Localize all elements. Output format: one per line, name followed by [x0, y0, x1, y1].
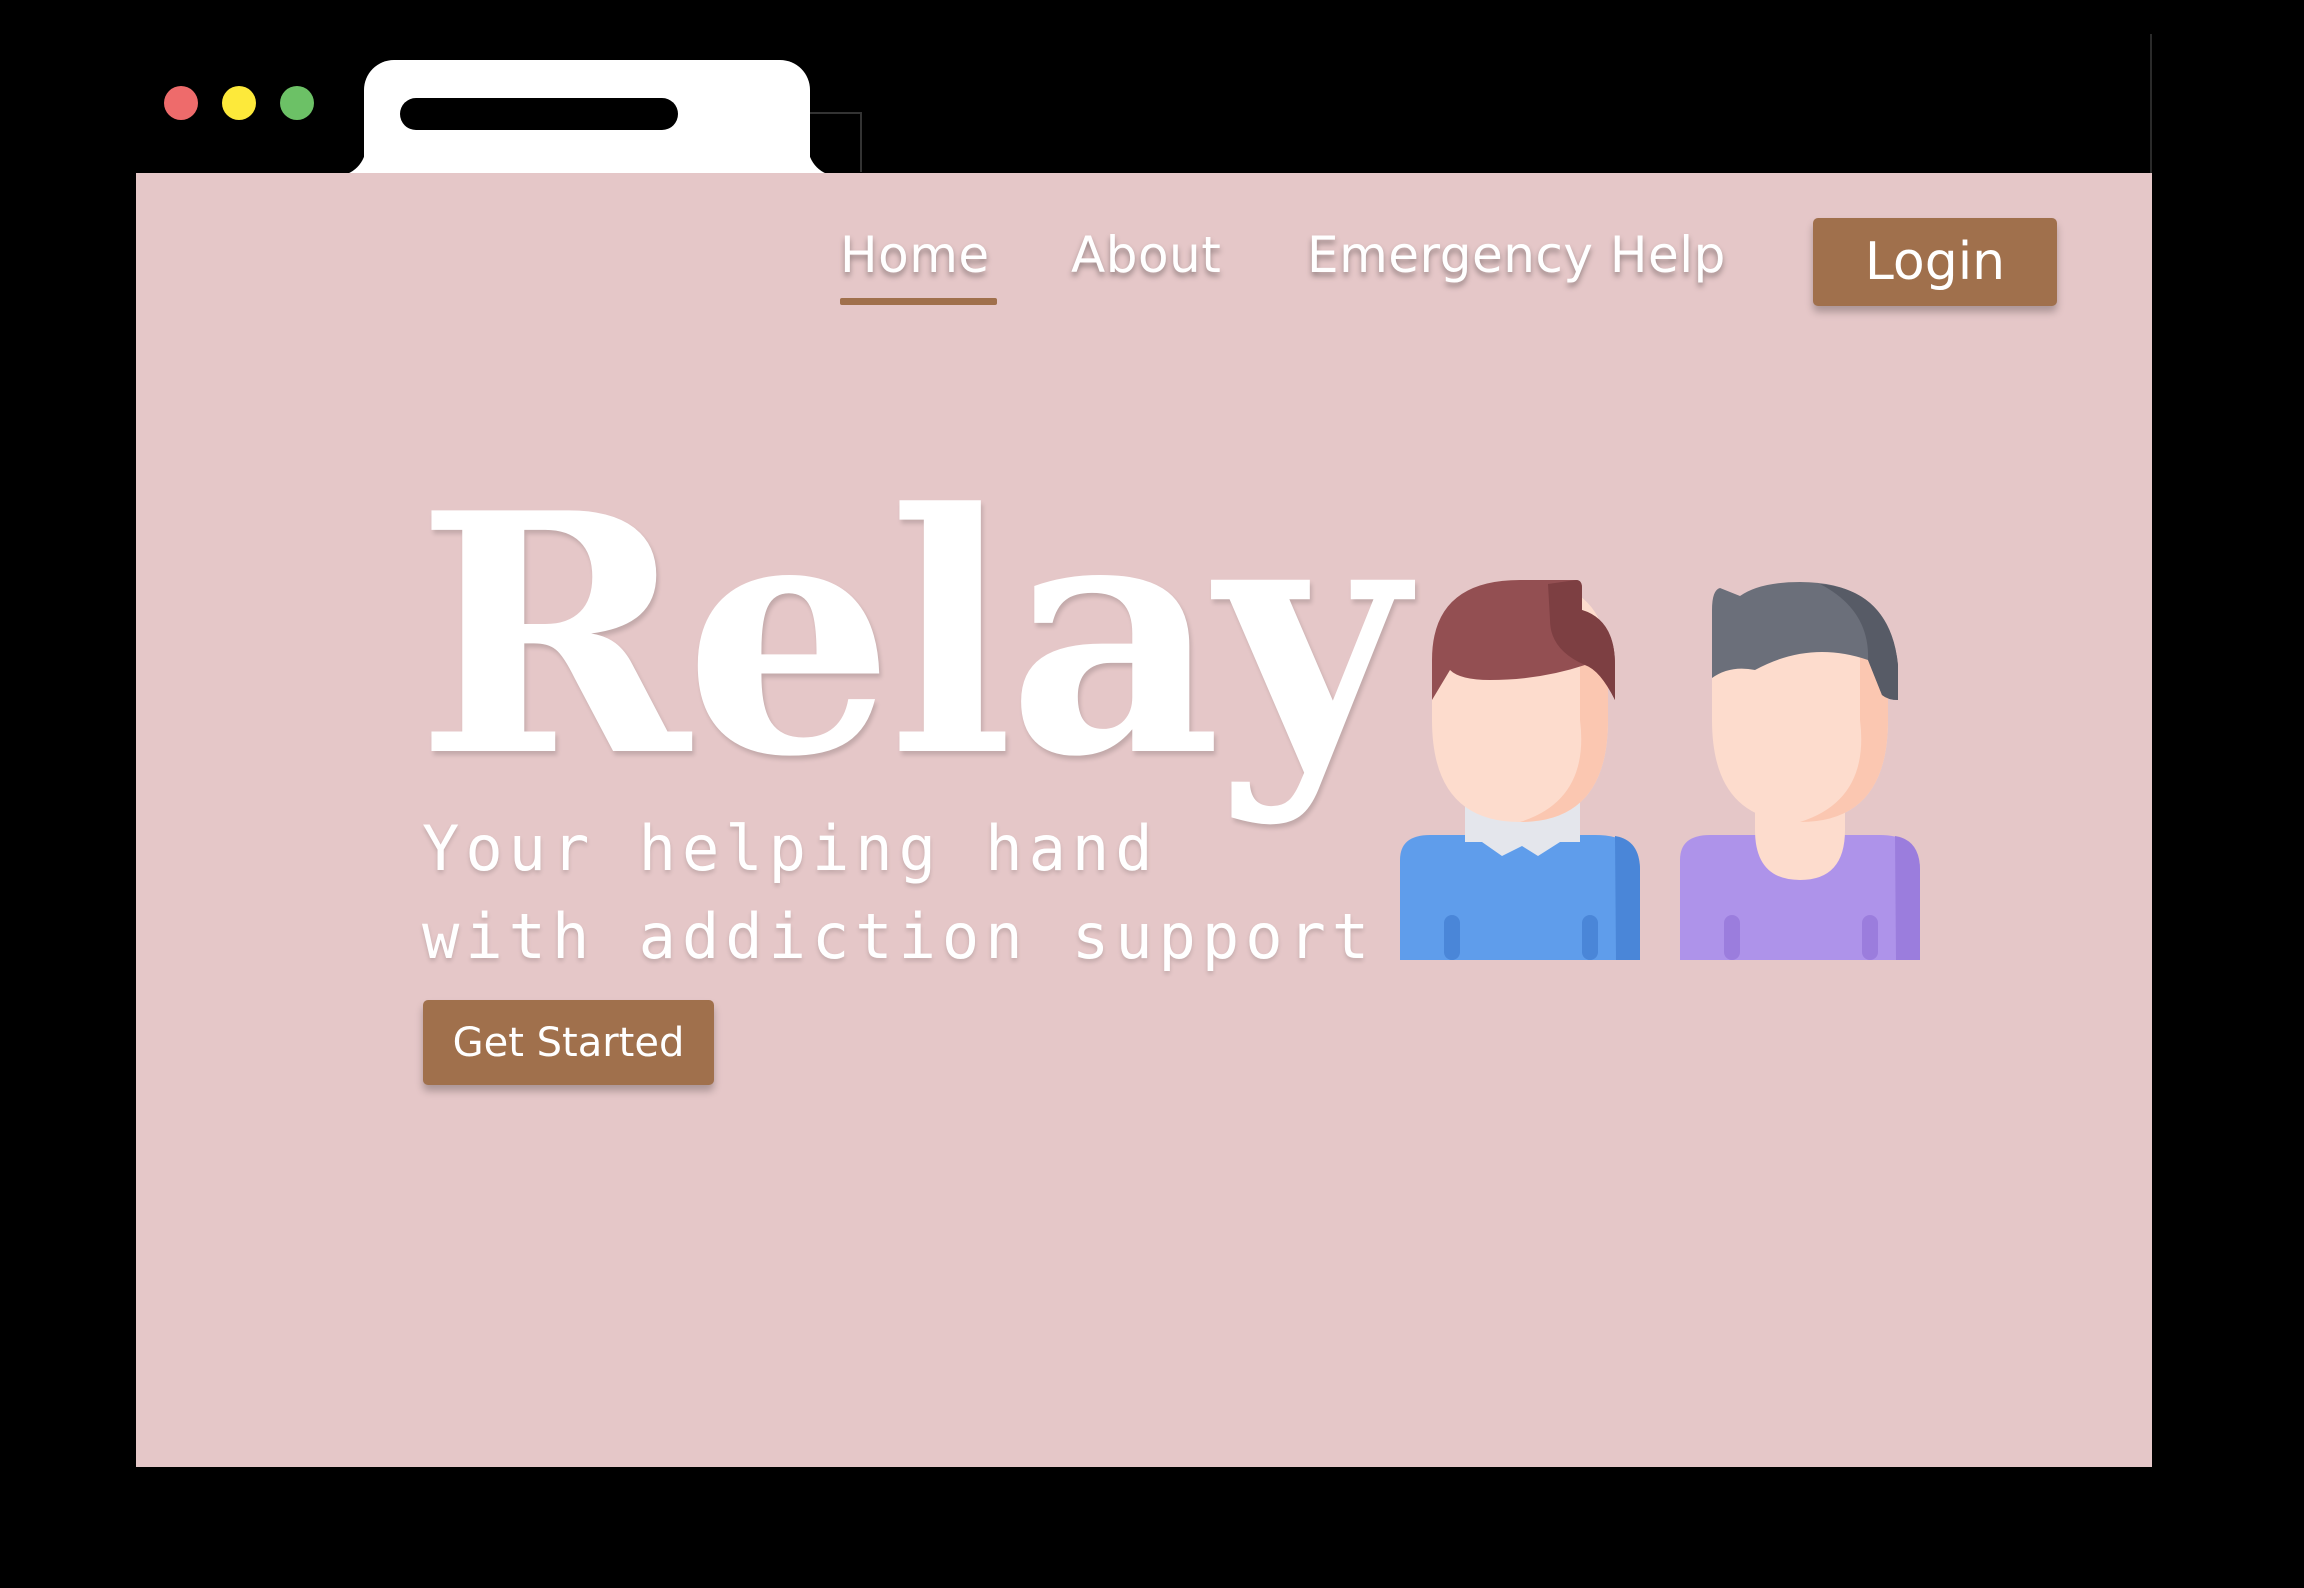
- nav-link-home[interactable]: Home: [840, 230, 990, 280]
- login-button[interactable]: Login: [1813, 218, 2057, 306]
- nav-link-emergency-help[interactable]: Emergency Help: [1307, 230, 1726, 280]
- hero-title: Relay: [416, 441, 1407, 829]
- window-minimize-button[interactable]: [222, 86, 256, 120]
- tab-curve: [808, 136, 858, 176]
- window-frame-edge: [2150, 34, 2152, 174]
- hero-subtitle-line-2: with addiction support: [422, 900, 1376, 973]
- window-close-button[interactable]: [164, 86, 198, 120]
- tab-curve: [324, 136, 366, 176]
- get-started-button[interactable]: Get Started: [423, 1000, 714, 1085]
- hero-subtitle-line-1: Your helping hand: [422, 812, 1159, 885]
- person-avatar-icon: [1400, 580, 1640, 960]
- address-bar[interactable]: [400, 98, 678, 130]
- window-maximize-button[interactable]: [280, 86, 314, 120]
- screen: Home About Emergency Help Login Relay Yo…: [0, 0, 2304, 1588]
- nav-link-about[interactable]: About: [1071, 230, 1221, 280]
- person-avatar-icon: [1680, 582, 1920, 960]
- two-people-avatars-icon: [1400, 580, 1920, 960]
- nav-active-underline: [840, 298, 997, 305]
